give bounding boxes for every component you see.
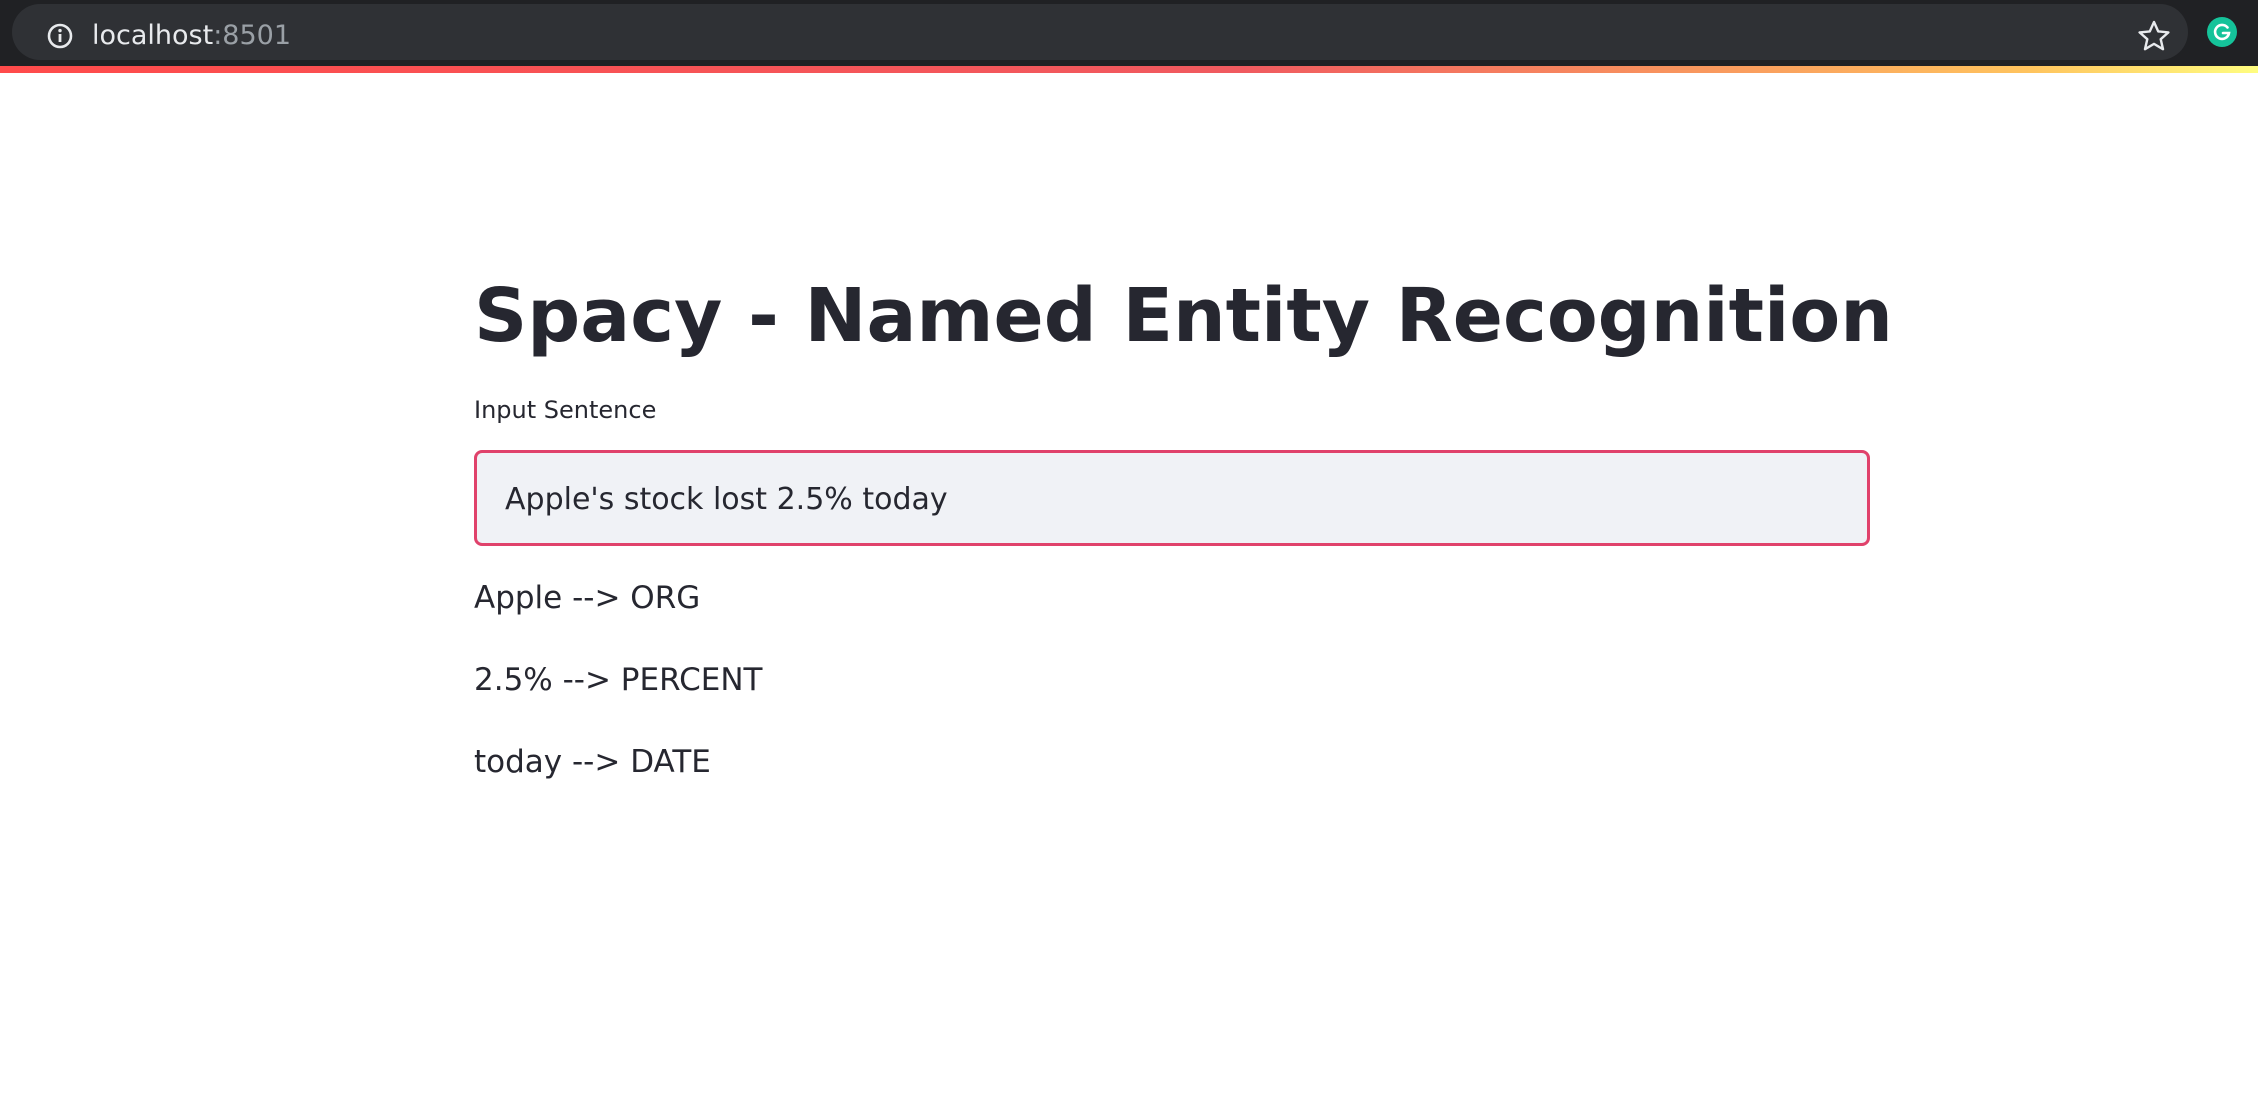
grammarly-extension-icon[interactable] (2206, 16, 2238, 48)
info-icon[interactable] (46, 22, 74, 50)
address-bar[interactable]: localhost:8501 (12, 4, 2188, 60)
entity-result: today --> DATE (474, 744, 711, 780)
top-decoration-bar (0, 66, 2258, 73)
sentence-input-container[interactable] (474, 450, 1870, 546)
browser-toolbar: localhost:8501 (0, 0, 2258, 66)
entity-result: Apple --> ORG (474, 580, 701, 616)
url-text[interactable]: localhost:8501 (92, 18, 291, 54)
url-port: :8501 (213, 20, 292, 51)
page-title: Spacy - Named Entity Recognition (474, 273, 1893, 359)
url-host: localhost (92, 20, 214, 51)
input-label: Input Sentence (474, 396, 657, 424)
sentence-input[interactable] (505, 471, 1825, 527)
entity-result: 2.5% --> PERCENT (474, 662, 763, 698)
bookmark-star-icon[interactable] (2136, 18, 2172, 54)
